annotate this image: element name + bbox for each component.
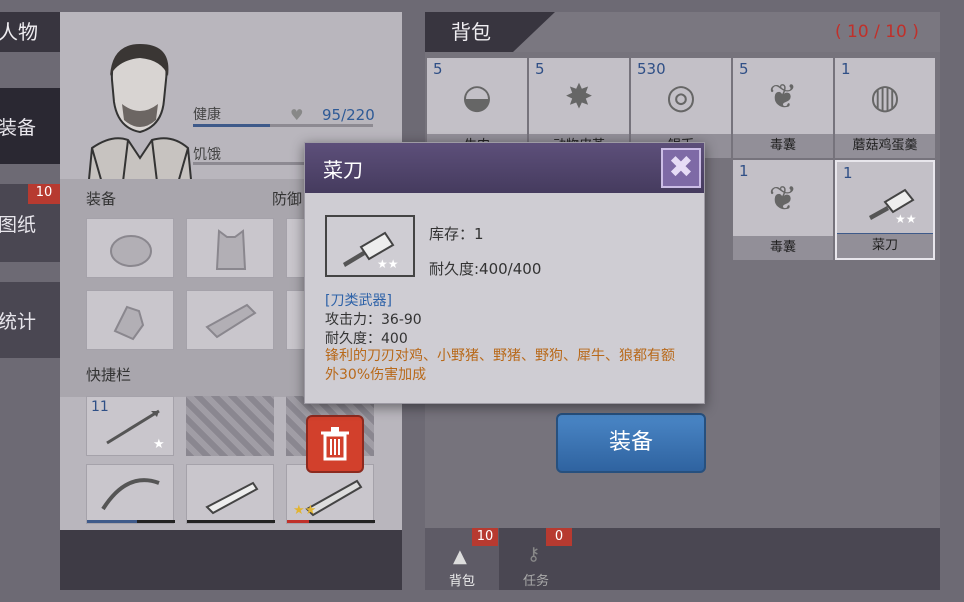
heart-icon: ♥ xyxy=(290,106,304,124)
meat-icon: ◒ xyxy=(462,77,492,117)
quick-slot-1[interactable]: 11 ★ xyxy=(86,396,174,456)
quickbar-label: 快捷栏 xyxy=(86,366,132,384)
item-qty: 5 xyxy=(433,60,443,78)
nav-equip-label: 装备 xyxy=(0,116,37,139)
bag-item-5[interactable]: 1 ◍ 蘑菇鸡蛋羹 xyxy=(835,58,935,158)
popup-attack: 攻击力：36-90 xyxy=(325,312,422,328)
hat-icon xyxy=(110,235,152,267)
trash-icon xyxy=(321,427,349,461)
health-label: 健康 xyxy=(193,107,221,123)
item-qty: 5 xyxy=(739,60,749,78)
popup-category: [刀类武器] xyxy=(325,293,392,309)
hunger-bar xyxy=(193,162,313,165)
nav-equip[interactable]: 装备 xyxy=(0,88,60,164)
item-qty: 5 xyxy=(535,60,545,78)
nav-stats-label: 统计 xyxy=(0,310,37,333)
blueprint-badge: 10 xyxy=(28,184,60,204)
coin-icon: ◎ xyxy=(666,77,696,117)
pants-icon xyxy=(205,303,257,339)
bag-icon: ▲ xyxy=(453,546,467,567)
bottom-tab-quest-label: 任务 xyxy=(522,574,549,589)
item-name: 毒囊 xyxy=(733,236,833,260)
head-slot[interactable] xyxy=(86,218,174,278)
popup-title: 菜刀 xyxy=(323,158,363,182)
bag-title: 背包 xyxy=(425,12,555,52)
bow-icon xyxy=(101,478,160,511)
item-name: 毒囊 xyxy=(733,134,833,158)
star-icon: ★ xyxy=(153,437,165,452)
health-value: 95/220 xyxy=(322,106,375,124)
mushroom-soup-icon: ◍ xyxy=(870,77,900,117)
rating-stars-icon: ★★ xyxy=(293,503,317,518)
close-button[interactable]: ✖ xyxy=(661,148,701,188)
poison-sac-icon: ❦ xyxy=(768,179,798,219)
vest-icon xyxy=(215,229,247,270)
item-qty: 1 xyxy=(739,162,749,180)
popup-durability-header: 耐久度:400/400 xyxy=(429,260,542,278)
hands-slot[interactable] xyxy=(86,290,174,350)
item-detail-popup: 菜刀 ✖ ★★ 库存：1 耐久度:400/400 [刀类武器] 攻击力：36-9… xyxy=(304,142,705,404)
item-qty: 1 xyxy=(843,164,853,182)
rating-stars-icon: ★★ xyxy=(377,257,399,271)
bottom-tab-bag-label: 背包 xyxy=(448,574,475,589)
poison-sac-icon: ❦ xyxy=(768,77,798,117)
hide-icon: ✸ xyxy=(564,77,594,117)
item-name: 菜刀 xyxy=(837,234,933,258)
rating-stars-icon: ★★ xyxy=(895,212,917,226)
key-icon: ⚷ xyxy=(527,544,541,565)
bag-item-6[interactable]: 1 ❦ 毒囊 xyxy=(733,160,833,260)
nav-blueprint-label: 图纸 xyxy=(0,213,37,236)
quest-count-badge: 0 xyxy=(546,528,572,546)
nav-stats[interactable]: 统计 xyxy=(0,282,60,358)
close-icon: ✖ xyxy=(668,150,694,185)
bag-bottom-bar: ▲ 背包 10 ⚷ 任务 0 xyxy=(425,528,940,590)
health-bar xyxy=(193,124,373,127)
gloves-icon xyxy=(113,305,145,341)
quick-slot-knife[interactable] xyxy=(186,464,275,524)
health-bar-fill xyxy=(193,124,271,127)
equipment-label: 装备 xyxy=(86,190,117,208)
popup-description: 锋利的刀刃对鸡、小野猪、野猪、野狗、犀牛、狼都有额外30%伤害加成 xyxy=(325,348,675,383)
item-name: 蘑菇鸡蛋羹 xyxy=(835,134,935,158)
quick-slot-bow[interactable] xyxy=(86,464,175,524)
character-footer xyxy=(60,530,402,590)
tab-character-label: 人物 xyxy=(0,20,38,44)
tab-character[interactable]: 人物 xyxy=(0,12,102,52)
item-preview-frame: ★★ xyxy=(325,215,415,277)
defense-label: 防御 xyxy=(272,190,303,208)
bag-count-badge: 10 xyxy=(472,528,498,546)
quick-slot-locked xyxy=(186,396,274,456)
popup-stock: 库存：1 xyxy=(429,225,484,243)
quick-slot-count: 11 xyxy=(91,399,109,415)
popup-durability: 耐久度：400 xyxy=(325,331,408,347)
equip-button[interactable]: 装备 xyxy=(556,413,706,473)
cleaver-icon xyxy=(343,231,395,267)
bag-capacity: ( 10 / 10 ) xyxy=(835,22,919,42)
character-portrait xyxy=(86,44,192,190)
bag-item-4[interactable]: 5 ❦ 毒囊 xyxy=(733,58,833,158)
bag-item-7-selected[interactable]: 1 ★★ 菜刀 xyxy=(835,160,935,260)
popup-header: 菜刀 xyxy=(305,143,704,193)
delete-button[interactable] xyxy=(306,415,364,473)
knife-icon xyxy=(205,481,259,515)
body-slot[interactable] xyxy=(186,218,274,278)
hunger-label: 饥饿 xyxy=(193,147,221,163)
legs-slot[interactable] xyxy=(186,290,274,350)
item-qty: 1 xyxy=(841,60,851,78)
